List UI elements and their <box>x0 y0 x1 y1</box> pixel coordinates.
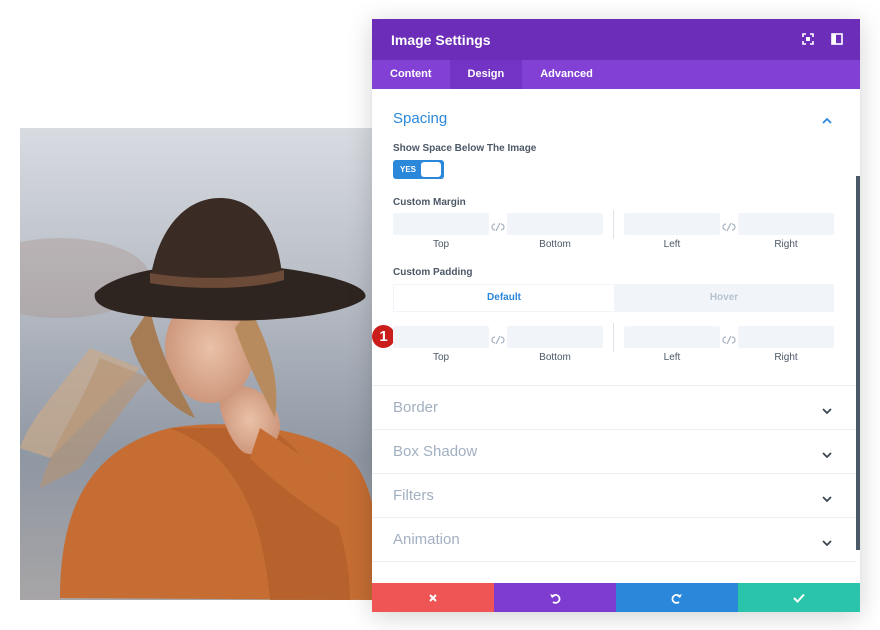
tab-advanced[interactable]: Advanced <box>522 60 611 89</box>
show-space-toggle[interactable]: YES <box>393 160 444 179</box>
link-icon[interactable] <box>721 332 737 345</box>
section-divider <box>372 429 856 430</box>
section-divider <box>372 517 856 518</box>
toggle-value: YES <box>400 165 417 174</box>
padding-default-tab[interactable]: Default <box>394 285 614 311</box>
chevron-up-icon[interactable] <box>822 113 832 124</box>
padding-right-label: Right <box>774 352 798 363</box>
margin-left-label: Left <box>663 239 681 250</box>
padding-bottom-input[interactable] <box>507 326 603 348</box>
toggle-knob <box>421 162 441 177</box>
link-icon[interactable] <box>490 332 506 345</box>
margin-bottom-input[interactable] <box>507 213 603 235</box>
tab-content[interactable]: Content <box>372 60 450 89</box>
filters-section-title[interactable]: Filters <box>393 487 434 504</box>
margin-top-input[interactable] <box>393 213 489 235</box>
scrollbar-thumb[interactable] <box>856 176 860 550</box>
step-badge: 1 <box>372 325 395 348</box>
box-shadow-section-title[interactable]: Box Shadow <box>393 443 477 460</box>
border-section-title[interactable]: Border <box>393 399 438 416</box>
margin-right-input[interactable] <box>738 213 834 235</box>
padding-divider <box>613 323 614 352</box>
padding-top-label: Top <box>432 352 450 363</box>
padding-state-tabs: Default Hover <box>393 284 834 312</box>
padding-left-input[interactable] <box>624 326 720 348</box>
padding-bottom-label: Bottom <box>539 352 571 363</box>
modal-footer <box>372 583 860 612</box>
custom-padding-label: Custom Padding <box>393 267 473 278</box>
margin-top-label: Top <box>432 239 450 250</box>
redo-button[interactable] <box>616 583 738 612</box>
settings-content: Spacing Show Space Below The Image YES C… <box>372 89 860 583</box>
chevron-down-icon[interactable] <box>822 535 832 547</box>
section-divider <box>372 385 856 386</box>
custom-margin-label: Custom Margin <box>393 197 466 208</box>
chevron-down-icon[interactable] <box>822 403 832 415</box>
animation-section-title[interactable]: Animation <box>393 531 460 548</box>
padding-top-input[interactable] <box>393 326 489 348</box>
tab-design[interactable]: Design <box>449 60 523 89</box>
section-divider <box>372 473 856 474</box>
padding-left-label: Left <box>663 352 681 363</box>
image-settings-modal: Image Settings Content Design Advanced S… <box>372 19 860 612</box>
modal-header: Image Settings <box>372 19 860 60</box>
close-icon <box>429 593 437 602</box>
chevron-down-icon[interactable] <box>822 491 832 503</box>
chevron-down-icon[interactable] <box>822 447 832 459</box>
padding-right-input[interactable] <box>738 326 834 348</box>
hero-photo <box>20 128 380 600</box>
cancel-button[interactable] <box>372 583 494 612</box>
save-button[interactable] <box>738 583 860 612</box>
fullscreen-icon[interactable] <box>800 31 816 47</box>
show-space-label: Show Space Below The Image <box>393 143 537 154</box>
margin-divider <box>613 210 614 239</box>
woman-with-hat-image <box>20 128 380 600</box>
scrollbar[interactable] <box>856 89 860 583</box>
link-icon[interactable] <box>721 219 737 232</box>
check-icon <box>793 593 805 603</box>
spacing-section-title[interactable]: Spacing <box>393 110 447 127</box>
undo-icon <box>550 593 561 604</box>
margin-left-input[interactable] <box>624 213 720 235</box>
modal-title: Image Settings <box>391 32 491 48</box>
link-icon[interactable] <box>490 219 506 232</box>
margin-right-label: Right <box>774 239 798 250</box>
margin-bottom-label: Bottom <box>539 239 571 250</box>
modal-tabs: Content Design Advanced <box>372 60 860 89</box>
redo-icon <box>671 593 682 604</box>
sidebar-toggle-icon[interactable] <box>829 31 845 47</box>
padding-hover-tab[interactable]: Hover <box>614 284 834 312</box>
section-divider <box>372 561 856 562</box>
undo-button[interactable] <box>494 583 616 612</box>
